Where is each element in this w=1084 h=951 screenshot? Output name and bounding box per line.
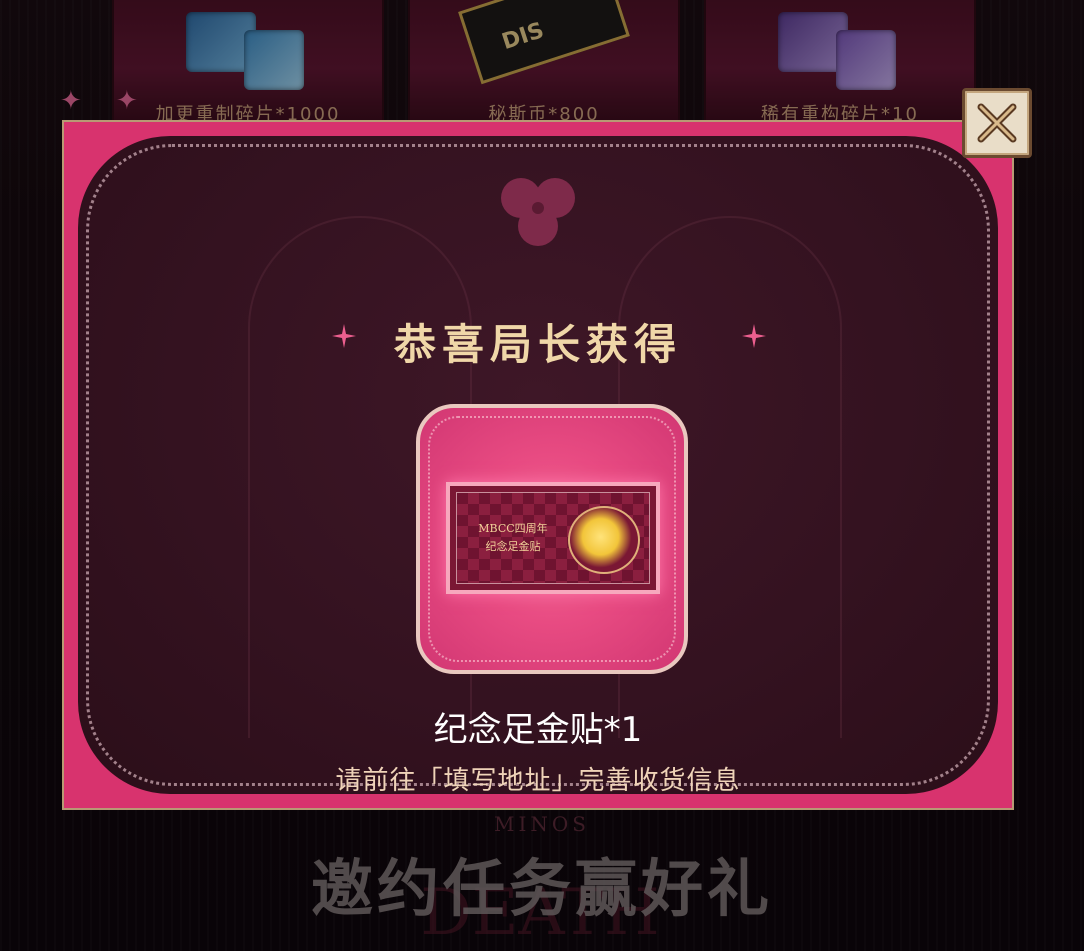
prize-hint: 请前往「填写地址」完善收货信息: [335, 766, 741, 796]
ticket-text: MBCC四周年 纪念足金贴: [464, 520, 562, 556]
ticket-line-1: MBCC四周年: [478, 522, 548, 535]
close-x-icon: [977, 103, 1017, 143]
sparkle-icon: [742, 324, 766, 348]
dialog-title: 恭喜局长获得: [393, 320, 682, 369]
clover-emblem-icon: [501, 178, 575, 246]
prize-name: 纪念足金贴*1: [433, 710, 643, 750]
close-button[interactable]: [962, 88, 1032, 158]
prize-frame: MBCC四周年 纪念足金贴: [416, 404, 688, 674]
reward-dialog: 恭喜局长获得 MBCC四周年 纪念足金贴 纪念足金贴*1 请前往「填写地址」完善…: [62, 120, 1014, 810]
gold-sticker-ticket: MBCC四周年 纪念足金贴: [446, 482, 660, 594]
dialog-panel: 恭喜局长获得 MBCC四周年 纪念足金贴 纪念足金贴*1 请前往「填写地址」完善…: [78, 136, 998, 796]
ticket-line-2: 纪念足金贴: [485, 540, 541, 553]
gold-medal-icon: [568, 506, 640, 574]
